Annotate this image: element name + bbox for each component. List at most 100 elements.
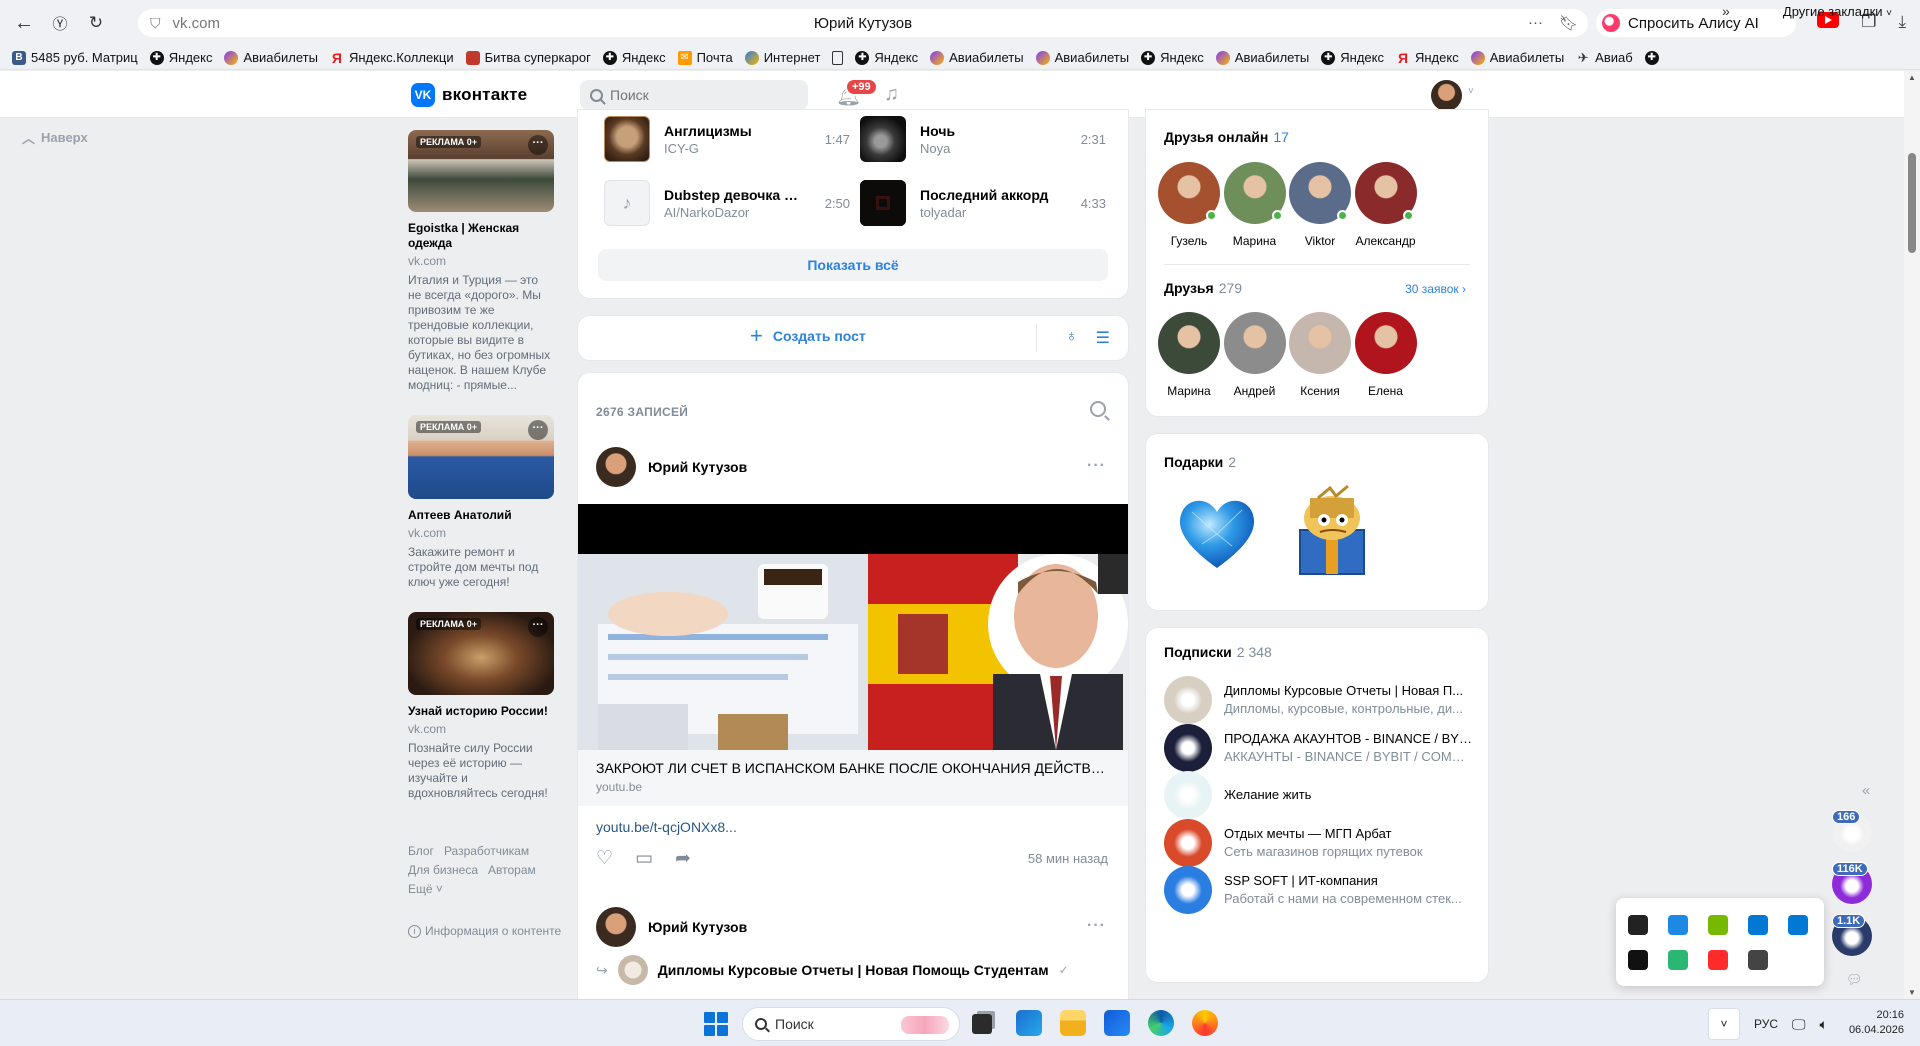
bookmark-item[interactable]: Авиабилеты <box>1470 50 1564 65</box>
post-author[interactable]: Юрий Кутузов <box>648 459 747 475</box>
bing-icon[interactable] <box>1668 915 1688 935</box>
ad-image[interactable]: РЕКЛАМА 0+ ··· <box>408 612 554 695</box>
bookmark-item[interactable]: ✚ Яндекс <box>855 50 918 65</box>
vpn-shield-icon[interactable] <box>1668 950 1688 970</box>
avatar[interactable] <box>1223 312 1286 374</box>
yandex-home-icon[interactable]: Ⓨ <box>42 5 78 41</box>
avatar[interactable] <box>1158 162 1220 224</box>
bookmark-item[interactable]: В 5485 руб. Матриц <box>12 50 138 65</box>
bookmark-item[interactable]: Авиабилеты <box>930 50 1024 65</box>
avatar[interactable] <box>1431 80 1462 111</box>
bookmark-item[interactable]: Битва суперкарог <box>465 50 591 65</box>
ad-title[interactable]: Аптеев Анатолий <box>408 508 554 523</box>
avatar[interactable] <box>1164 818 1212 867</box>
more-dots-icon[interactable]: ··· <box>1528 14 1543 32</box>
subscription-name[interactable]: Дипломы Курсовые Отчеты | Новая П... <box>1224 683 1472 698</box>
friend-name[interactable]: Viktor <box>1285 234 1355 248</box>
bookmark-item[interactable] <box>832 50 844 65</box>
friend-item[interactable]: Viktor <box>1285 162 1355 248</box>
ad-item[interactable]: РЕКЛАМА 0+ ··· Egoistka | Женская одежда… <box>408 130 554 393</box>
friend-item[interactable]: Ксения <box>1285 312 1355 398</box>
friend-item[interactable]: Андрей <box>1220 312 1290 398</box>
side-widget-chip[interactable]: 1.1K <box>1832 914 1872 956</box>
music-note-icon[interactable]: ♪ <box>604 180 650 226</box>
avatar[interactable] <box>1164 723 1212 772</box>
track-cover[interactable] <box>860 180 906 226</box>
side-widget-chip[interactable]: 116K <box>1832 862 1872 904</box>
ad-image[interactable]: РЕКЛАМА 0+ ··· <box>408 130 554 212</box>
vk-search[interactable] <box>580 80 808 110</box>
footer-authors-link[interactable]: Авторам <box>488 863 536 877</box>
gift-box-icon[interactable] <box>1290 484 1374 582</box>
volume-icon[interactable]: 🔈︎ <box>1820 1016 1828 1033</box>
nvidia-icon[interactable] <box>1708 915 1728 935</box>
to-top-button[interactable]: ︿ Наверх <box>22 128 88 147</box>
address-url[interactable]: vk.com <box>173 15 221 32</box>
bookmark-item[interactable]: Авиабилеты <box>224 50 318 65</box>
friend-name[interactable]: Марина <box>1220 234 1290 248</box>
more-dots-icon[interactable]: ··· <box>528 617 548 637</box>
more-dots-icon[interactable]: ··· <box>528 420 548 440</box>
bookmark-item[interactable]: ✈ Авиаб <box>1576 50 1633 66</box>
comment-icon[interactable]: ▭ <box>635 847 653 870</box>
post-link-title[interactable]: ЗАКРОЮТ ЛИ СЧЕТ В ИСПАНСКОМ БАНКЕ ПОСЛЕ … <box>596 760 1106 776</box>
subscription-name[interactable]: ПРОДАЖА АКАУНТОВ - BINANCE / BYB... <box>1224 731 1472 746</box>
vk-logo[interactable]: VK вконтакте <box>411 83 527 107</box>
ask-alice-button[interactable]: Спросить Алису AI <box>1596 9 1796 37</box>
music-track[interactable]: Англицизмы ICY-G 1:47 <box>604 116 850 164</box>
downloads-icon[interactable]: ⤓ <box>1898 12 1906 32</box>
content-info-link[interactable]: i Информация о контенте <box>408 924 561 938</box>
bookmark-item[interactable]: ✚ Яндекс <box>1141 50 1204 65</box>
avatar[interactable] <box>1164 676 1212 724</box>
post-time[interactable]: 58 мин назад <box>1028 851 1108 866</box>
post-author[interactable]: Юрий Кутузов <box>648 919 747 935</box>
ad-item[interactable]: РЕКЛАМА 0+ ··· Узнай историю России! vk.… <box>408 612 554 801</box>
subscription-name[interactable]: Желание жить <box>1224 787 1472 802</box>
ad-title[interactable]: Egoistka | Женская одежда <box>408 221 554 251</box>
like-heart-icon[interactable]: ♡ <box>596 847 613 870</box>
post-link-preview[interactable]: ЗАКРОЮТ ЛИ СЧЕТ В ИСПАНСКОМ БАНКЕ ПОСЛЕ … <box>578 750 1128 806</box>
avatar[interactable] <box>617 955 648 985</box>
track-artist[interactable]: AI/NarkoDazor <box>664 205 749 220</box>
track-cover[interactable] <box>604 116 650 162</box>
avatar[interactable] <box>1223 162 1286 224</box>
track-cover[interactable] <box>860 116 906 162</box>
avatar[interactable] <box>1289 312 1351 374</box>
music-track[interactable]: Ночь Noya 2:31 <box>860 116 1106 164</box>
taskbar-clock[interactable]: 20:16 06.04.2026 <box>1840 1008 1904 1038</box>
chevron-down-icon[interactable]: ˅ <box>1468 86 1474 97</box>
friend-name[interactable]: Ксения <box>1285 384 1355 398</box>
scroll-down-icon[interactable]: ▼ <box>1908 988 1916 997</box>
subscription-name[interactable]: Отдых мечты — МГП Арбат <box>1224 826 1472 841</box>
scrollbar-thumb[interactable] <box>1908 153 1916 253</box>
bookmark-item[interactable]: Я Яндекс.Коллекци <box>330 50 454 66</box>
avatar[interactable] <box>596 447 636 487</box>
avatar[interactable] <box>1164 771 1212 819</box>
avatar[interactable] <box>1164 866 1212 914</box>
post-url-link[interactable]: youtu.be/t-qcjONXx8... <box>596 819 737 835</box>
file-explorer-icon[interactable] <box>1060 1010 1086 1036</box>
friends-title[interactable]: Друзья 279 <box>1164 280 1242 296</box>
subscription-item[interactable]: Дипломы Курсовые Отчеты | Новая П... Дипл… <box>1164 674 1474 724</box>
network-icon[interactable]: 🖵︎ <box>1792 1016 1806 1033</box>
ad-title[interactable]: Узнай историю России! <box>408 704 554 719</box>
footer-more-link[interactable]: Ещё ˅ <box>408 882 443 896</box>
ad-image[interactable]: РЕКЛАМА 0+ ··· <box>408 415 554 499</box>
monitor-app-icon[interactable] <box>1748 915 1768 935</box>
post-video-preview[interactable] <box>578 504 1128 750</box>
heart-gift-icon[interactable] <box>1172 488 1262 578</box>
tray-expand-chevron-icon[interactable]: ˅ <box>1708 1008 1740 1040</box>
share-icon[interactable]: ➦ <box>675 847 691 870</box>
gifts-title[interactable]: Подарки 2 <box>1164 454 1236 470</box>
usb-eject-icon[interactable] <box>1748 950 1768 970</box>
back-icon[interactable]: ← <box>6 5 42 41</box>
friend-item[interactable]: Марина <box>1220 162 1290 248</box>
friend-name[interactable]: Александр <box>1351 234 1421 248</box>
friend-requests-link[interactable]: 30 заявок › <box>1405 282 1466 296</box>
search-input[interactable] <box>610 87 790 103</box>
friend-item[interactable]: Елена <box>1351 312 1421 398</box>
track-artist[interactable]: ICY-G <box>664 141 699 156</box>
taskbar-search[interactable]: Поиск <box>742 1007 960 1041</box>
store-icon[interactable] <box>1104 1010 1130 1036</box>
avatar[interactable] <box>596 907 636 947</box>
